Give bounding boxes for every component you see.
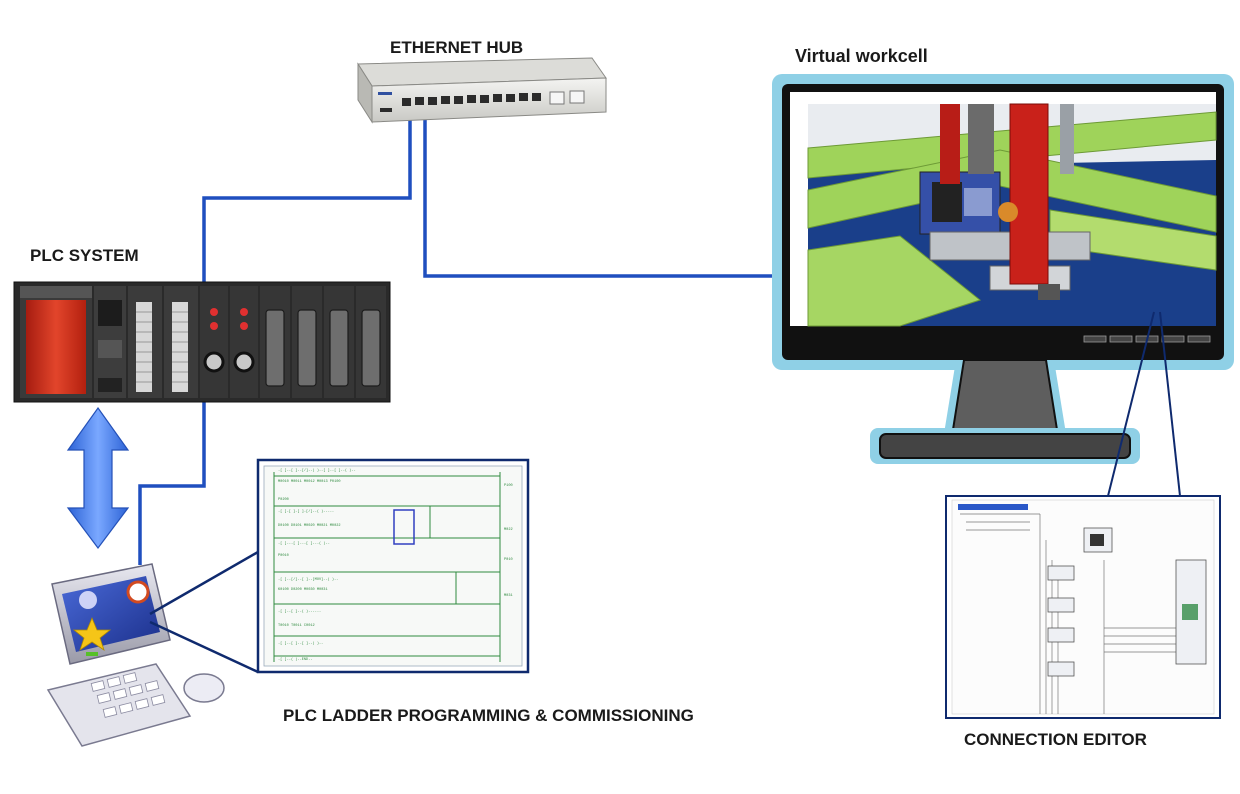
svg-text:-[ ]---[ ]---[ ]---( )--: -[ ]---[ ]---[ ]---( )-- — [278, 541, 330, 546]
svg-text:P0200: P0200 — [278, 498, 289, 502]
ethernet-hub-icon — [357, 57, 607, 124]
plc-rack-icon — [13, 281, 391, 403]
desktop-computer-icon — [46, 563, 225, 747]
ladder-programming-label: PLC LADDER PROGRAMMING & COMMISSIONING — [283, 706, 694, 725]
svg-text:P010: P010 — [504, 558, 513, 562]
svg-text:-[ ]--[ ]--[ ]--( )--: -[ ]--[ ]--[ ]--( )-- — [278, 641, 323, 646]
monitor-icon — [772, 74, 1234, 464]
cable-hub-to-plc — [202, 108, 412, 282]
svg-text:D0100 D0101 M0020 M0021 M0022: D0100 D0101 M0020 M0021 M0022 — [278, 524, 341, 528]
svg-text:P0010: P0010 — [278, 554, 289, 558]
plc-system-label: PLC SYSTEM — [30, 246, 139, 265]
connection-editor-label: CONNECTION EDITOR — [964, 730, 1147, 749]
cable-hub-to-monitor — [423, 108, 773, 278]
system-diagram: -[ ]--[ ]--[/]--( )--[ ]--[ ]--( )-- M00… — [13, 57, 1234, 747]
ethernet-hub-label: ETHERNET HUB — [390, 38, 524, 57]
double-arrow-icon — [66, 406, 130, 549]
virtual-workcell-label: Virtual workcell — [795, 46, 928, 66]
workcell-3d-scene — [807, 103, 1217, 327]
svg-text:M022: M022 — [504, 528, 513, 532]
svg-text:-[ ]-[ ]-[ ]-[/]--( )-----: -[ ]-[ ]-[ ]-[/]--( )----- — [278, 509, 334, 514]
svg-text:-[ ]--[/]--[ ]--[MOV]--( )--: -[ ]--[/]--[ ]--[MOV]--( )-- — [278, 577, 338, 582]
svg-text:M0010 M0011 M0012 M0013 P0100: M0010 M0011 M0012 M0013 P0100 — [278, 480, 341, 484]
connection-editor-panel — [945, 495, 1221, 719]
svg-text:-[ ]--[ ]--[/]--( )--[ ]--[ ]-: -[ ]--[ ]--[/]--( )--[ ]--[ ]--( )-- — [278, 468, 356, 473]
svg-text:K0100 D0200 M0030 M0031: K0100 D0200 M0030 M0031 — [278, 588, 328, 592]
svg-text:M031: M031 — [504, 594, 513, 598]
callout-lines — [149, 550, 259, 674]
cable-plc-to-pc — [138, 400, 206, 565]
ladder-program-panel: -[ ]--[ ]--[/]--( )--[ ]--[ ]--( )-- M00… — [256, 458, 530, 674]
svg-text:-[ ]--[ ]--( )------: -[ ]--[ ]--( )------ — [278, 609, 321, 614]
svg-text:T0010 T0011 C0012: T0010 T0011 C0012 — [278, 624, 315, 628]
svg-text:-[ ]--( )--END--: -[ ]--( )--END-- — [278, 657, 313, 662]
svg-text:P100: P100 — [504, 484, 513, 488]
